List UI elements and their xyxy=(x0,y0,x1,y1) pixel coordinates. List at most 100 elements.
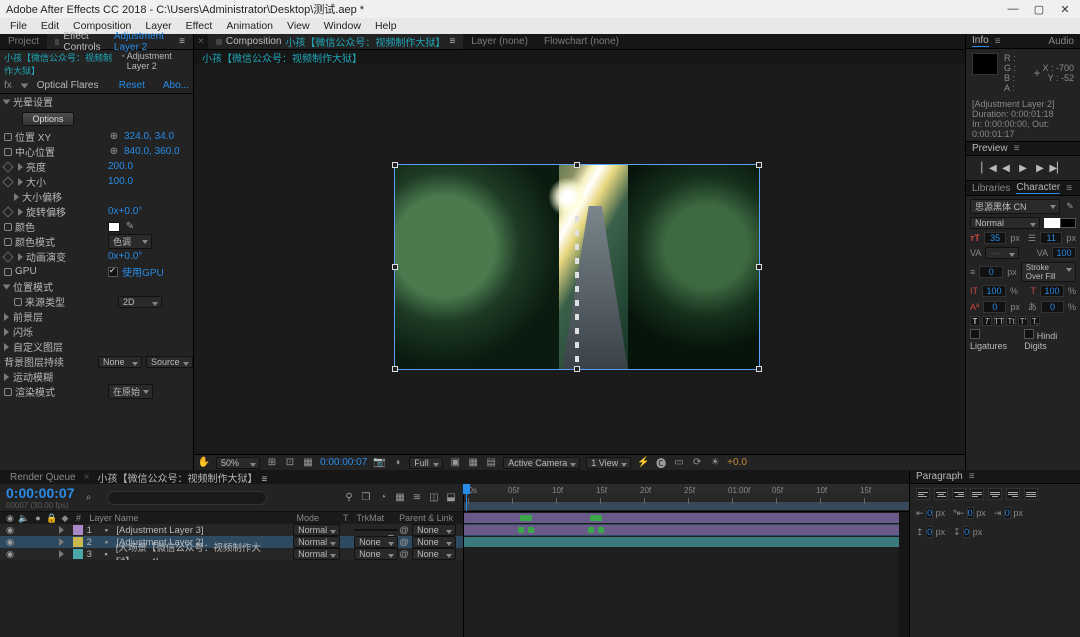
color-swatch[interactable] xyxy=(108,222,120,232)
layer-name[interactable]: ▪[Adjustment Layer 3] xyxy=(96,524,293,536)
prop-position-xy[interactable]: 位置 XY xyxy=(15,129,51,144)
eye-col-icon[interactable]: ◉ xyxy=(4,512,16,524)
zoom-dropdown[interactable]: 50% xyxy=(216,457,260,469)
menu-edit[interactable]: Edit xyxy=(35,19,65,33)
align-left-button[interactable] xyxy=(916,488,930,500)
motion-blur-icon[interactable]: ≋ xyxy=(411,492,423,504)
panel-menu-icon[interactable]: ≡ xyxy=(449,36,455,47)
menu-view[interactable]: View xyxy=(281,19,316,33)
time-ruler[interactable]: 00s05f10f15f20f25f01:00f05f10f15f xyxy=(464,484,909,512)
eye-icon[interactable]: ◉ xyxy=(4,548,16,560)
collapse-icon[interactable] xyxy=(4,328,9,336)
timeline-current-time[interactable]: 0:00:00:07 xyxy=(6,485,75,501)
align-center-button[interactable] xyxy=(934,488,948,500)
keyframe-toggle-icon[interactable] xyxy=(4,238,12,246)
source-type-dropdown[interactable]: 2D xyxy=(118,296,162,308)
font-size-input[interactable]: 35 xyxy=(984,232,1006,244)
label-color-swatch[interactable] xyxy=(73,537,83,547)
layer-search-input[interactable] xyxy=(107,491,267,505)
tab-flowchart[interactable]: Flowchart (none) xyxy=(536,34,627,49)
playhead[interactable] xyxy=(466,484,467,511)
eyedropper-icon[interactable]: ✎ xyxy=(124,221,136,233)
pickwhip-icon[interactable]: @ xyxy=(398,548,410,560)
prop-center-pos[interactable]: 中心位置 xyxy=(15,144,55,159)
collapse-icon[interactable] xyxy=(18,208,23,216)
prop-source-type[interactable]: 来源类型 xyxy=(25,294,65,309)
prop-brightness[interactable]: 亮度 xyxy=(26,159,46,174)
paragraph-panel-menu-icon[interactable]: ≡ xyxy=(969,471,975,482)
stroke-mode-dropdown[interactable]: Stroke Over Fill xyxy=(1021,262,1076,282)
mask-icon[interactable]: ▦ xyxy=(302,457,314,469)
keyframe-toggle-icon[interactable] xyxy=(4,268,12,276)
parent-dropdown[interactable]: None xyxy=(412,524,456,536)
fx-reset-link[interactable]: Reset xyxy=(119,80,145,91)
render-mode-dropdown[interactable]: 在原始 xyxy=(108,384,153,399)
collapse-icon[interactable] xyxy=(4,343,9,351)
menu-window[interactable]: Window xyxy=(318,19,367,33)
bg-layer-source-dropdown[interactable]: Source xyxy=(146,356,193,368)
timeline-vertical-scrollbar[interactable] xyxy=(899,512,909,637)
close-button[interactable]: ✕ xyxy=(1052,0,1078,18)
group-custom-layer[interactable]: 自定义图层 xyxy=(13,339,63,354)
timeline-layer-row[interactable]: ◉3▪[大场景【微信公众号：视频制作大狱】.mp4]NormalNone@Non… xyxy=(0,548,463,560)
play-button[interactable]: ▶ xyxy=(1017,162,1029,174)
prop-size-offset[interactable]: 大小偏移 xyxy=(22,189,62,204)
faux-italic-button[interactable]: T xyxy=(982,316,992,326)
comp-mini-flowchart-icon[interactable]: ⚲ xyxy=(343,492,355,504)
collapse-icon[interactable] xyxy=(18,163,23,171)
graph-editor-icon[interactable]: ◫ xyxy=(428,492,440,504)
col-mode[interactable]: Mode xyxy=(296,513,342,523)
channel-icon[interactable]: ◑ xyxy=(391,457,403,469)
collapse-icon[interactable] xyxy=(4,313,9,321)
keyframe-nav-icon[interactable] xyxy=(2,161,13,172)
pixel-aspect-icon[interactable]: ▭ xyxy=(673,457,685,469)
prop-rotation-offset-value[interactable]: 0x+0.0° xyxy=(108,206,142,217)
baseline-input[interactable]: 0 xyxy=(983,301,1006,313)
fx-name[interactable]: Optical Flares xyxy=(37,80,99,91)
resolution-dropdown[interactable]: Full xyxy=(409,457,443,469)
justify-last-left-button[interactable] xyxy=(970,488,984,500)
tab-composition[interactable]: Composition 小孩【微信公众号：视频制作大狱】 ≡ xyxy=(208,34,463,49)
blend-mode-dropdown[interactable]: Normal xyxy=(293,548,340,560)
tab-preview[interactable]: Preview xyxy=(972,143,1008,154)
trkmat-dropdown[interactable] xyxy=(354,529,398,531)
kerning-dropdown[interactable]: — xyxy=(985,247,1019,259)
prop-rotation-offset[interactable]: 旋转偏移 xyxy=(26,204,66,219)
tab-layer[interactable]: Layer (none) xyxy=(463,34,536,49)
keyframe-toggle-icon[interactable] xyxy=(4,223,12,231)
eye-icon[interactable]: ◉ xyxy=(4,536,16,548)
hindi-digits-checkbox[interactable] xyxy=(1024,329,1034,339)
tab-timeline-comp[interactable]: 小孩【微信公众号：视频制作大狱】≡ xyxy=(91,470,273,485)
frame-blend-icon[interactable]: ▦ xyxy=(394,492,406,504)
align-right-button[interactable] xyxy=(952,488,966,500)
allcaps-button[interactable]: TT xyxy=(994,316,1004,326)
menu-file[interactable]: File xyxy=(4,19,33,33)
collapse-icon[interactable] xyxy=(3,284,11,289)
keyframe-marker[interactable] xyxy=(596,515,602,521)
panel-menu-icon[interactable]: ≡ xyxy=(261,474,267,485)
group-position-mode[interactable]: 位置模式 xyxy=(13,279,53,294)
keyframe-marker[interactable] xyxy=(588,527,594,533)
keyframe-marker[interactable] xyxy=(526,515,532,521)
keyframe-marker[interactable] xyxy=(528,527,534,533)
char-panel-menu-icon[interactable]: ≡ xyxy=(1066,183,1072,194)
col-layer-name[interactable]: Layer Name xyxy=(85,513,296,523)
tab-audio[interactable]: Audio xyxy=(1048,36,1074,47)
tab-character[interactable]: Character xyxy=(1016,182,1060,194)
hand-tool-icon[interactable]: ✋ xyxy=(198,457,210,469)
keyframe-marker[interactable] xyxy=(518,527,524,533)
layer-expand-icon[interactable] xyxy=(59,538,64,546)
prop-anim-evolve-value[interactable]: 0x+0.0° xyxy=(108,251,142,262)
superscript-button[interactable]: T' xyxy=(1018,316,1028,326)
keyframe-marker[interactable] xyxy=(598,527,604,533)
next-frame-button[interactable]: ▶ xyxy=(1034,162,1046,174)
faux-bold-button[interactable]: T xyxy=(970,316,980,326)
keyframe-toggle-icon[interactable] xyxy=(14,298,22,306)
col-trkmat[interactable]: TrkMat xyxy=(357,513,400,523)
vscale-input[interactable]: 100 xyxy=(982,285,1006,297)
last-frame-button[interactable]: ▶▏ xyxy=(1051,162,1063,174)
guides-icon[interactable]: ▤ xyxy=(485,457,497,469)
smallcaps-button[interactable]: Tt xyxy=(1006,316,1016,326)
options-button[interactable]: Options xyxy=(22,112,74,126)
comp-path[interactable]: 小孩【微信公众号：视频制作大狱】 xyxy=(194,50,965,64)
